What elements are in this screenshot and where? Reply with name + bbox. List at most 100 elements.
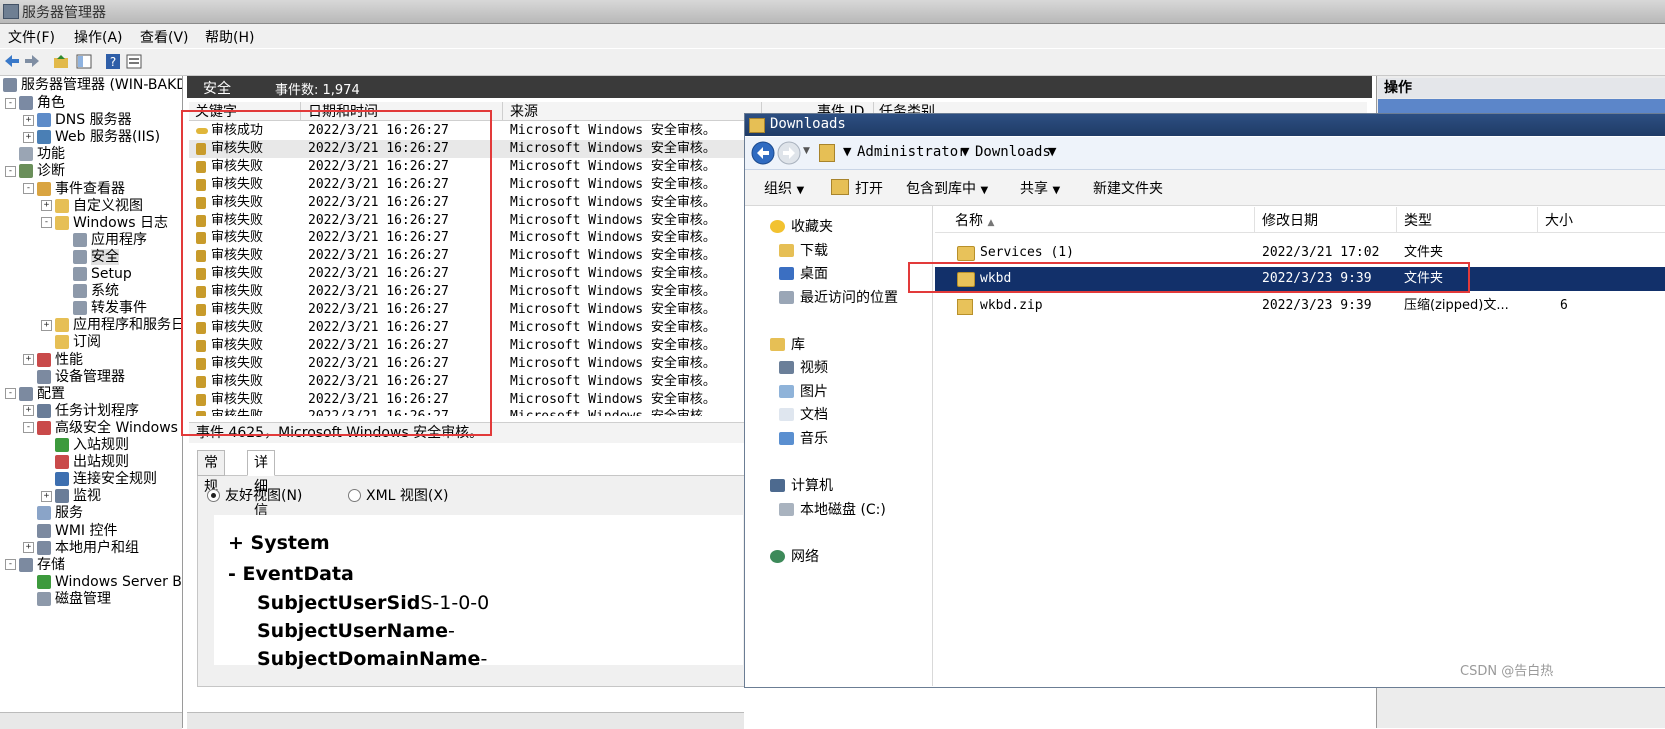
event-row[interactable]: 审核失败 2022/3/21 16:26:27 Microsoft Windows … [189,212,749,230]
nav-libraries[interactable]: 库 [770,336,805,354]
tree-expander-icon[interactable]: + [41,200,52,212]
tree-expander-icon[interactable]: - [5,559,16,571]
tree-node[interactable]: 安全 [59,248,119,266]
col-separator[interactable] [1537,207,1538,232]
friendly-view-label[interactable]: 友好视图(N) [225,485,302,505]
tree-node[interactable]: + 本地用户和组 [23,539,139,557]
tree-node[interactable]: 系统 [59,282,119,300]
event-row[interactable]: 审核失败 2022/3/21 16:26:27 Microsoft Windows … [189,355,749,373]
tree-expander-icon[interactable]: + [41,490,52,502]
nav-music[interactable]: 音乐 [779,430,828,448]
tree-expander-icon[interactable]: + [23,354,34,365]
event-row[interactable]: 审核成功 2022/3/21 16:26:27 Microsoft Windows … [189,122,749,140]
tree-node[interactable]: - Windows 日志 [41,214,168,232]
tree-node[interactable]: + 自定义视图 [41,197,143,215]
tree-node[interactable]: 入站规则 [41,436,129,454]
tree-expander-icon[interactable]: + [23,405,34,417]
event-row[interactable]: 审核失败 2022/3/21 16:26:27 Microsoft Windows … [189,391,749,409]
tree-node[interactable]: 磁盘管理 [23,590,111,608]
forward-button-icon[interactable] [777,141,801,165]
tree-expander-icon[interactable]: + [23,114,34,126]
menu-help[interactable]: 帮助(H) [205,27,254,47]
eventdata-section[interactable]: - EventData [228,563,354,585]
breadcrumb-chevron-icon[interactable]: ▼ [1048,145,1056,158]
system-section[interactable]: + System [228,532,330,554]
tree-expander-icon[interactable]: - [41,217,52,229]
tree-node[interactable]: Setup [59,265,132,283]
tree-node[interactable]: - 诊断 [5,162,65,180]
tree-node[interactable]: - 存储 [5,556,65,574]
file-row[interactable]: wkbd 2022/3/23 9:39 文件夹 [935,267,1665,291]
tree-expander-icon[interactable]: - [5,97,16,109]
event-row[interactable]: 审核失败 2022/3/21 16:26:27 Microsoft Windows … [189,194,749,212]
tab-details[interactable]: 详细信息 [247,450,275,543]
tree-node[interactable]: 转发事件 [59,299,147,317]
friendly-view-radio[interactable] [207,489,220,502]
nav-local-disk[interactable]: 本地磁盘 (C:) [779,501,886,519]
nav-pictures[interactable]: 图片 [779,383,828,401]
tree-node[interactable]: + Web 服务器(IIS) [23,128,160,146]
tree-expander-icon[interactable]: + [23,131,34,143]
nav-downloads[interactable]: 下载 [779,242,828,260]
xml-view-radio[interactable] [348,489,361,502]
col-modified-date[interactable]: 修改日期 [1262,210,1318,230]
nav-computer[interactable]: 计算机 [770,477,833,495]
event-row[interactable]: 审核失败 2022/3/21 16:26:27 Microsoft Windows … [189,247,749,265]
tree-node[interactable]: 连接安全规则 [41,470,157,488]
share-button[interactable]: 共享 ▼ [1020,178,1060,198]
tree-node[interactable]: WMI 控件 [23,522,118,540]
event-row[interactable]: 审核失败 2022/3/21 16:26:27 Microsoft Windows … [189,283,749,301]
tree-node[interactable]: 应用程序 [59,231,147,249]
nav-documents[interactable]: 文档 [779,406,828,424]
tree-expander-icon[interactable]: - [5,388,16,400]
nav-videos[interactable]: 视频 [779,359,828,377]
back-icon[interactable] [3,53,21,70]
detail-horizontal-scrollbar[interactable] [187,712,744,729]
tree-node[interactable]: + 应用程序和服务日 [41,316,182,334]
tree-root[interactable]: 服务器管理器 (WIN-BAKD [3,76,182,94]
col-separator[interactable] [502,102,503,120]
col-datetime[interactable]: 日期和时间 [308,103,378,121]
tree-node[interactable]: 出站规则 [41,453,129,471]
file-row[interactable]: wkbd.zip 2022/3/23 9:39 压缩(zipped)文... 6 [935,294,1665,318]
tree-node[interactable]: + 性能 [23,351,83,369]
up-folder-icon[interactable] [52,53,70,70]
tree-node[interactable]: 功能 [5,145,65,163]
col-size[interactable]: 大小 [1545,210,1573,230]
event-row[interactable]: 审核失败 2022/3/21 16:26:27 Microsoft Windows … [189,337,749,355]
back-button-icon[interactable] [751,141,775,165]
event-row[interactable]: 审核失败 2022/3/21 16:26:27 Microsoft Windows … [189,229,749,247]
event-row[interactable]: 审核失败 2022/3/21 16:26:27 Microsoft Windows … [189,176,749,194]
tree-expander-icon[interactable]: - [23,422,34,434]
event-row[interactable]: 审核失败 2022/3/21 16:26:27 Microsoft Windows … [189,139,749,158]
nav-favorites[interactable]: 收藏夹 [770,218,833,236]
nav-desktop[interactable]: 桌面 [779,265,828,283]
show-hide-tree-icon[interactable] [75,53,93,70]
breadcrumb-downloads[interactable]: Downloads [975,144,1051,160]
nav-network[interactable]: 网络 [770,548,819,566]
tree-node[interactable]: 服务 [23,504,83,522]
event-row[interactable]: 审核失败 2022/3/21 16:26:27 Microsoft Windows … [189,408,749,417]
tree-node[interactable]: 设备管理器 [23,368,125,386]
tree-expander-icon[interactable]: + [41,319,52,331]
include-in-library-button[interactable]: 包含到库中 ▼ [906,178,988,198]
col-name[interactable]: 名称 ▲ [955,210,994,230]
tree-expander-icon[interactable]: - [23,183,34,194]
tree-node[interactable]: + 任务计划程序 [23,402,139,420]
tree-node[interactable]: + DNS 服务器 [23,111,132,129]
tree-node[interactable]: - 高级安全 Windows [23,419,178,437]
menu-view[interactable]: 查看(V) [140,27,189,47]
tree-horizontal-scrollbar[interactable] [0,712,182,729]
forward-icon[interactable] [23,53,41,70]
menu-file[interactable]: 文件(F) [8,27,55,47]
tree-node[interactable]: 订阅 [41,333,101,351]
event-row[interactable]: 审核失败 2022/3/21 16:26:27 Microsoft Windows … [189,265,749,283]
file-row[interactable]: Services (1) 2022/3/21 17:02 文件夹 [935,241,1665,265]
tree-expander-icon[interactable]: + [23,542,34,554]
breadcrumb-administrator[interactable]: Administrator [857,144,967,160]
event-row[interactable]: 审核失败 2022/3/21 16:26:27 Microsoft Windows … [189,301,749,319]
event-row[interactable]: 审核失败 2022/3/21 16:26:27 Microsoft Windows … [189,158,749,176]
tree-node[interactable]: Windows Server Ba [23,573,182,591]
history-dropdown-icon[interactable]: ▼ [803,146,810,156]
menu-action[interactable]: 操作(A) [74,27,123,47]
